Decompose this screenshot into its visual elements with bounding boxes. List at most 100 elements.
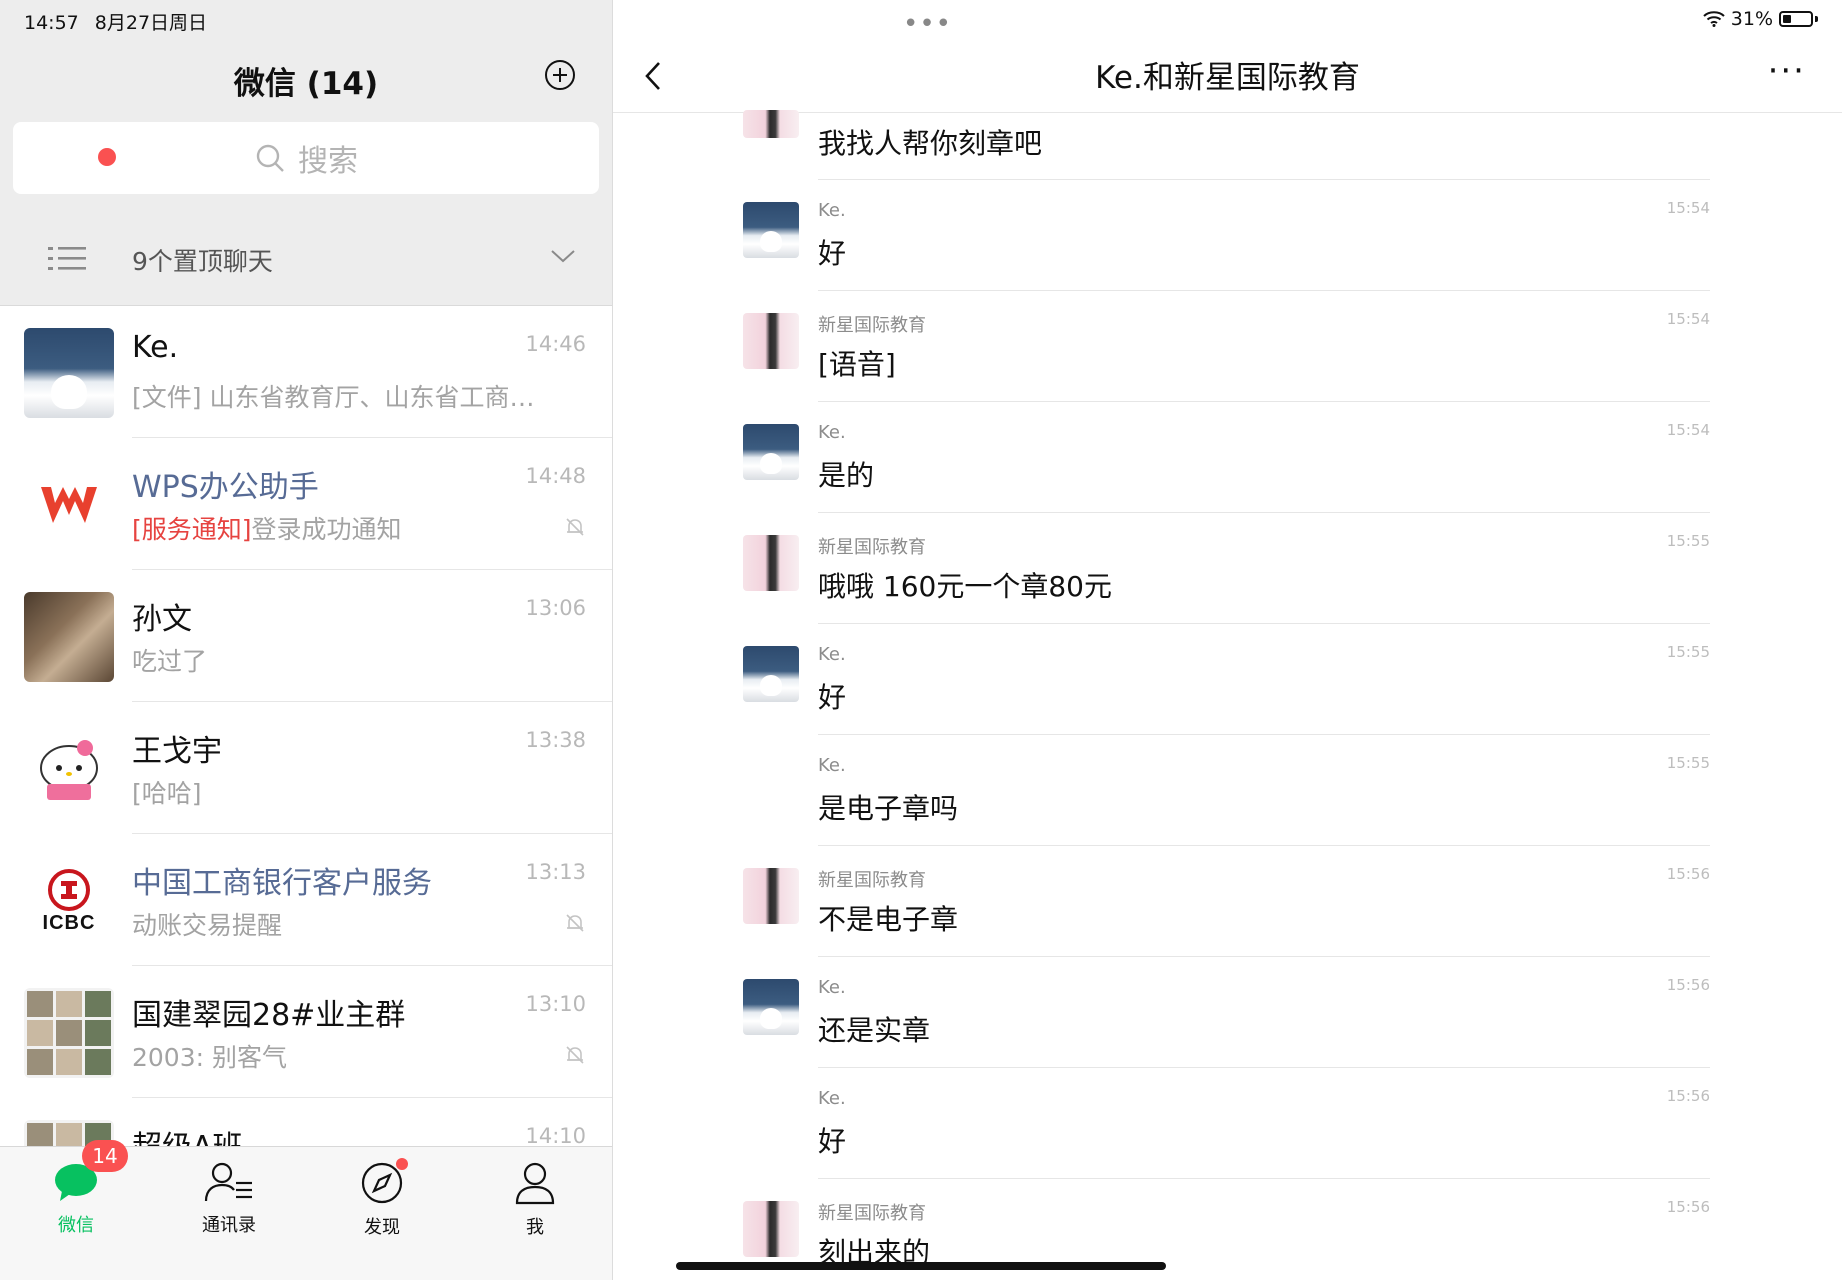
message-item: 新星国际教育 15:54 [语音]: [613, 291, 1842, 402]
chat-list-item[interactable]: 孙文 吃过了 13:06: [0, 570, 612, 702]
chat-name: 孙文: [132, 602, 192, 637]
message-sender: Ke.: [818, 644, 846, 665]
multitasking-dots-icon[interactable]: •••: [903, 9, 952, 39]
status-time: 14:57: [24, 12, 79, 34]
avatar: [743, 646, 799, 702]
service-notice-tag: [服务通知]: [132, 515, 252, 544]
group-avatar: [24, 988, 114, 1078]
pinned-chats-label: 9个置顶聊天: [132, 247, 273, 276]
icbc-logo-avatar: ICBC: [24, 856, 114, 946]
chevron-down-icon: [551, 250, 575, 263]
chat-preview-text: 登录成功通知: [251, 515, 402, 544]
chat-name: 中国工商银行客户服务: [132, 866, 432, 901]
tab-chats[interactable]: 微信: [26, 1161, 126, 1237]
battery-tip: [1815, 16, 1818, 22]
message-item: Ke. 15:54 好: [613, 180, 1842, 291]
chat-preview: [文件] 山东省教育厅、山东省工商…: [132, 383, 535, 412]
tab-contacts[interactable]: 通讯录: [179, 1161, 279, 1237]
message-time: 15:54: [1666, 310, 1710, 328]
chat-time: 14:46: [525, 332, 586, 356]
chat-preview: 2003: 别客气: [132, 1043, 287, 1072]
status-bar-time-date: 14:57 8月27日周日: [24, 8, 223, 35]
message-time: 15:56: [1666, 1198, 1710, 1216]
discover-notification-dot: [396, 1158, 408, 1170]
more-options-icon[interactable]: ···: [1768, 54, 1806, 88]
chat-list: Ke. [文件] 山东省教育厅、山东省工商… 14:46 WPS办公助手 [服务…: [0, 306, 612, 1146]
chat-preview: [服务通知]登录成功通知: [132, 510, 402, 546]
voice-message[interactable]: [语音]: [818, 343, 896, 383]
chat-name: WPS办公助手: [132, 470, 319, 505]
message-text: 是电子章吗: [818, 792, 959, 825]
chat-preview: 吃过了: [132, 647, 208, 676]
message-sender: 新星国际教育: [818, 1203, 926, 1224]
tab-discover[interactable]: 发现: [332, 1161, 432, 1239]
message-item: 我找人帮你刻章吧: [613, 98, 1842, 180]
message-text: 好: [818, 681, 847, 714]
message-sender: Ke.: [818, 1088, 846, 1109]
battery-level: [1783, 15, 1791, 23]
message-text: 还是实章: [818, 1014, 931, 1047]
chat-list-header-area: 14:57 8月27日周日 微信 (14) 搜索 9个置顶聊天: [0, 0, 612, 306]
chat-name: Ke.: [132, 330, 179, 365]
mute-bell-icon: [566, 518, 584, 536]
message-text: 好: [818, 237, 847, 270]
chat-list-item[interactable]: 王戈宇 [哈哈] 13:38: [0, 702, 612, 834]
unread-dot: [98, 148, 116, 166]
tab-label: 通讯录: [202, 1215, 256, 1236]
wps-logo-avatar: [24, 460, 114, 550]
chat-name: 王戈宇: [132, 734, 222, 769]
chat-conversation-pane: ••• 31% Ke.和新星国际教育 ··· 我找人帮你刻章吧 Ke. 15:5…: [613, 0, 1842, 1280]
message-item: Ke. 15:55 好: [613, 624, 1842, 735]
message-text: 好: [818, 1125, 847, 1158]
message-time: 15:55: [1666, 643, 1710, 661]
pinned-chats-row[interactable]: 9个置顶聊天: [0, 232, 612, 288]
chat-list-item[interactable]: ICBC 中国工商银行客户服务 动账交易提醒 13:13: [0, 834, 612, 966]
avatar: [743, 535, 799, 591]
chat-title: Ke.和新星国际教育: [1095, 60, 1360, 96]
message-time: 15:55: [1666, 532, 1710, 550]
chat-time: 13:38: [525, 728, 586, 752]
battery-icon: [1779, 11, 1813, 27]
avatar: [743, 979, 799, 1035]
chat-name: 超级A班: [132, 1122, 243, 1146]
battery-percent: 31%: [1730, 8, 1773, 30]
message-time: 15:54: [1666, 421, 1710, 439]
person-icon: [515, 1162, 555, 1205]
message-text: 哦哦 160元一个章80元: [818, 570, 1112, 603]
tab-label: 发现: [364, 1217, 400, 1238]
chat-list-item[interactable]: WPS办公助手 [服务通知]登录成功通知 14:48: [0, 438, 612, 570]
message-text: 是的: [818, 459, 875, 492]
message-text: 不是电子章: [818, 903, 959, 936]
message-item: Ke. 15:55 是电子章吗: [613, 735, 1842, 846]
message-item: Ke. 15:54 是的: [613, 402, 1842, 513]
avatar: [24, 328, 114, 418]
chat-time: 13:06: [525, 596, 586, 620]
chat-preview: 动账交易提醒: [132, 911, 283, 940]
unread-count-badge: 14: [82, 1140, 128, 1172]
chat-name: 国建翠园28#业主群: [132, 998, 406, 1033]
list-icon: [48, 247, 86, 270]
tab-label: 微信: [58, 1215, 94, 1236]
message-time: 15:56: [1666, 865, 1710, 883]
message-text: 我找人帮你刻章吧: [818, 127, 1043, 160]
message-item: Ke. 15:56 还是实章: [613, 957, 1842, 1068]
chat-list-item[interactable]: 国建翠园28#业主群 2003: 别客气 13:10: [0, 966, 612, 1098]
avatar: [743, 110, 799, 138]
chat-time: 13:13: [525, 860, 586, 884]
page-title: 微信 (14): [233, 66, 379, 102]
chat-time: 14:48: [525, 464, 586, 488]
message-item: Ke. 15:56 好: [613, 1068, 1842, 1179]
add-plus-icon[interactable]: [544, 59, 576, 91]
message-sender: Ke.: [818, 422, 846, 443]
chat-list-item[interactable]: Ke. [文件] 山东省教育厅、山东省工商… 14:46: [0, 306, 612, 438]
tab-me[interactable]: 我: [485, 1161, 585, 1239]
icbc-logo-text: ICBC: [42, 911, 96, 934]
contacts-icon: [204, 1162, 252, 1202]
mute-bell-icon: [566, 1046, 584, 1064]
message-time: 15:54: [1666, 199, 1710, 217]
chat-list-pane: 14:57 8月27日周日 微信 (14) 搜索 9个置顶聊天 Ke. [文件] …: [0, 0, 613, 1280]
home-indicator[interactable]: [676, 1262, 1166, 1270]
avatar: [743, 202, 799, 258]
chat-list-item[interactable]: 超级A班 14:10: [0, 1098, 612, 1146]
avatar: [743, 313, 799, 369]
